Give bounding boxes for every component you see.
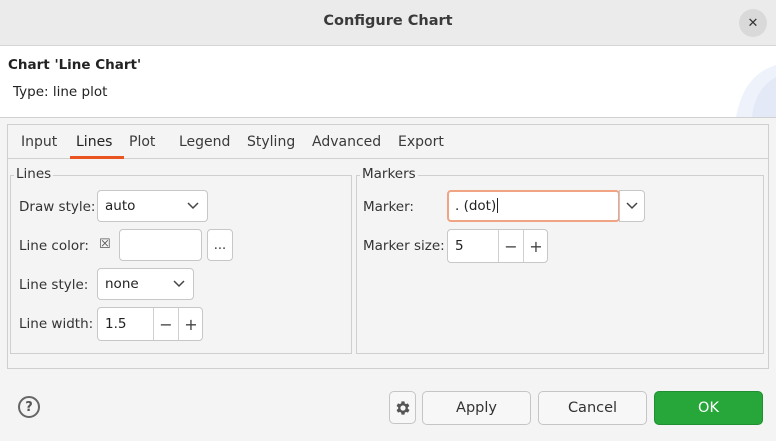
decrement-button[interactable]: − (499, 230, 523, 262)
chevron-down-icon (173, 280, 185, 288)
tab-export[interactable]: Export (398, 134, 444, 150)
decrement-button[interactable]: − (154, 308, 178, 340)
active-tab-indicator (70, 156, 124, 159)
marker-value: . (dot) (455, 198, 499, 214)
text-caret (497, 198, 499, 213)
tab-advanced[interactable]: Advanced (312, 134, 381, 150)
checkbox-x-icon[interactable]: ☒ (99, 237, 111, 252)
line-style-value: none (105, 276, 139, 292)
chevron-down-icon (187, 202, 199, 210)
tab-bar: Input Lines Plot Legend Styling Advanced… (8, 125, 768, 159)
close-icon: ✕ (747, 15, 759, 31)
help-icon[interactable]: ? (18, 396, 40, 418)
markers-group-title: Markers (360, 166, 418, 182)
dialog-title: Configure Chart (323, 13, 453, 29)
tab-plot[interactable]: Plot (129, 134, 155, 150)
marker-value-text: . (dot) (455, 198, 497, 214)
header-decoration (736, 65, 776, 117)
ok-button[interactable]: OK (654, 391, 763, 425)
increment-button[interactable]: + (179, 308, 203, 340)
increment-button[interactable]: + (524, 230, 548, 262)
lines-group-title: Lines (14, 166, 54, 182)
draw-style-value: auto (105, 198, 136, 214)
marker-combo-entry[interactable]: . (dot) (447, 190, 620, 222)
tab-styling[interactable]: Styling (247, 134, 295, 150)
chevron-down-icon (626, 202, 638, 210)
chart-type: Type: line plot (13, 84, 108, 100)
markers-group: Markers Marker: . (dot) Marker size: 5 −… (356, 166, 764, 354)
lines-group: Lines Draw style: auto Line color: ☒ ...… (10, 166, 352, 354)
line-color-field[interactable] (119, 229, 202, 261)
cancel-button[interactable]: Cancel (538, 391, 647, 425)
marker-size-value: 5 (455, 238, 464, 254)
line-width-spinner[interactable]: 1.5 − + (97, 307, 203, 341)
dialog-header: Chart 'Line Chart' Type: line plot (0, 47, 776, 117)
draw-style-dropdown[interactable]: auto (97, 190, 208, 222)
tab-input[interactable]: Input (21, 134, 57, 150)
marker-size-label: Marker size: (363, 238, 445, 254)
draw-style-label: Draw style: (19, 199, 96, 215)
apply-button[interactable]: Apply (422, 391, 531, 425)
line-width-label: Line width: (19, 316, 94, 332)
line-color-picker-button[interactable]: ... (207, 229, 233, 261)
line-width-value: 1.5 (105, 316, 127, 332)
gear-icon (396, 400, 409, 415)
dialog-titlebar: Configure Chart ✕ (0, 0, 776, 46)
close-button[interactable]: ✕ (739, 9, 767, 37)
marker-size-spinner[interactable]: 5 − + (447, 229, 548, 263)
tab-panel: Input Lines Plot Legend Styling Advanced… (7, 124, 769, 369)
settings-button[interactable] (389, 391, 416, 424)
marker-label: Marker: (363, 199, 414, 215)
dialog-body: Input Lines Plot Legend Styling Advanced… (0, 118, 776, 441)
line-color-label: Line color: (19, 238, 89, 254)
tab-legend[interactable]: Legend (179, 134, 230, 150)
chart-name: Chart 'Line Chart' (8, 57, 142, 73)
line-style-label: Line style: (19, 277, 89, 293)
line-style-dropdown[interactable]: none (97, 268, 194, 300)
marker-dropdown-button[interactable] (619, 190, 645, 222)
tab-lines[interactable]: Lines (76, 134, 112, 150)
